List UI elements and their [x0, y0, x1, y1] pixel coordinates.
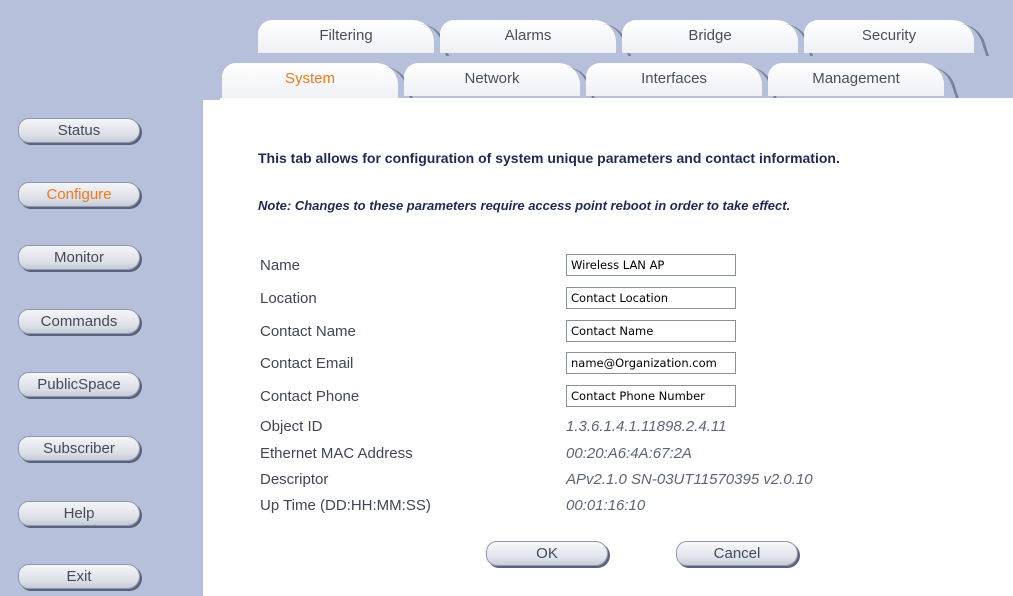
uptime-value: 00:01:16:10 [566, 497, 646, 514]
mac-address-label: Ethernet MAC Address [260, 445, 413, 462]
location-label: Location [260, 290, 317, 307]
uptime-label: Up Time (DD:HH:MM:SS) [260, 497, 431, 514]
contact-email-label: Contact Email [260, 355, 354, 372]
contact-email-field[interactable] [566, 352, 736, 374]
intro-text: This tab allows for configuration of sys… [258, 150, 840, 166]
mac-address-value: 00:20:A6:4A:67:2A [566, 445, 692, 462]
tab-filtering[interactable]: Filtering [258, 20, 434, 53]
contact-name-field[interactable] [566, 320, 736, 342]
tab-bridge[interactable]: Bridge [622, 20, 798, 53]
tab-interfaces[interactable]: Interfaces [586, 63, 762, 96]
sidebar-subscriber-button[interactable]: Subscriber [18, 436, 140, 461]
tab-management[interactable]: Management [768, 63, 944, 96]
contact-name-label: Contact Name [260, 323, 356, 340]
cancel-button[interactable]: Cancel [676, 541, 798, 566]
descriptor-value: APv2.1.0 SN-03UT11570395 v2.0.10 [566, 471, 813, 488]
sidebar-monitor-button[interactable]: Monitor [18, 245, 140, 270]
name-field[interactable] [566, 254, 736, 276]
sidebar-commands-button[interactable]: Commands [18, 309, 140, 334]
ok-button[interactable]: OK [486, 541, 608, 566]
sidebar-configure-button[interactable]: Configure [18, 182, 140, 207]
contact-phone-label: Contact Phone [260, 388, 360, 405]
tab-system[interactable]: System [222, 63, 398, 101]
name-label: Name [260, 257, 301, 274]
content-pane [220, 98, 1013, 596]
sidebar: Status Configure Monitor Commands Public… [0, 0, 203, 596]
tab-security[interactable]: Security [804, 20, 974, 53]
sidebar-publicspace-button[interactable]: PublicSpace [18, 372, 140, 397]
tab-network[interactable]: Network [404, 63, 580, 96]
descriptor-label: Descriptor [260, 471, 329, 488]
object-id-value: 1.3.6.1.4.1.11898.2.4.11 [566, 418, 727, 435]
location-field[interactable] [566, 287, 736, 309]
sidebar-status-button[interactable]: Status [18, 118, 140, 143]
contact-phone-field[interactable] [566, 385, 736, 407]
sidebar-help-button[interactable]: Help [18, 501, 140, 526]
reboot-note: Note: Changes to these parameters requir… [258, 198, 791, 213]
sidebar-exit-button[interactable]: Exit [18, 564, 140, 589]
tab-alarms[interactable]: Alarms [440, 20, 616, 53]
object-id-label: Object ID [260, 418, 323, 435]
